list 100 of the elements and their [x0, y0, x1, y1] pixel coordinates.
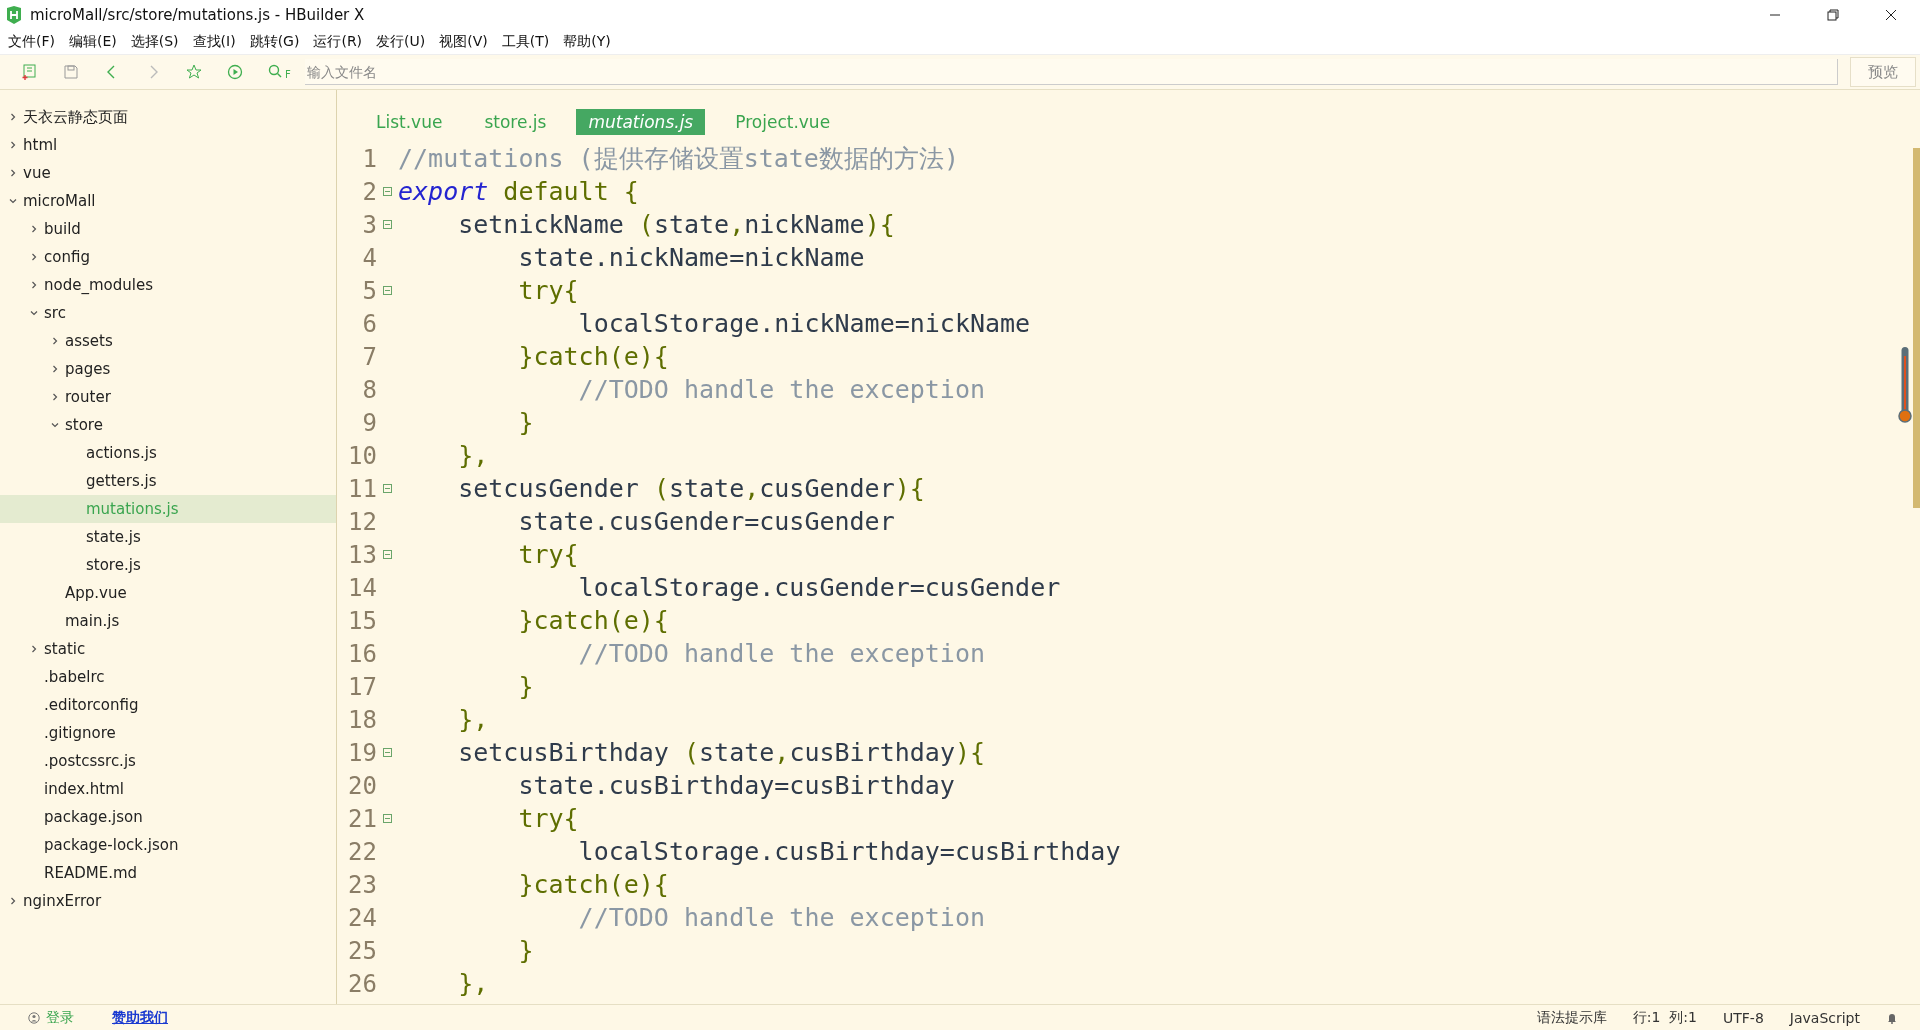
tree-item[interactable]: store	[0, 411, 336, 439]
chevron-icon[interactable]	[50, 336, 60, 346]
code-text: state.nickName=nickName	[517, 243, 865, 272]
tree-item[interactable]: router	[0, 383, 336, 411]
syntax-library-button[interactable]: 语法提示库	[1536, 1008, 1607, 1027]
chevron-icon[interactable]	[8, 140, 18, 150]
run-icon[interactable]	[227, 64, 243, 80]
tree-item-label: router	[65, 388, 111, 406]
menu-item[interactable]: 跳转(G)	[249, 33, 300, 51]
tree-item[interactable]: .babelrc	[0, 663, 336, 691]
code-text: //TODO handle the exception	[577, 903, 985, 932]
chevron-icon[interactable]	[29, 252, 39, 262]
tree-item[interactable]: package-lock.json	[0, 831, 336, 859]
chevron-icon[interactable]	[29, 280, 39, 290]
line-number: 15	[347, 606, 377, 635]
code-text: setnickName (state,nickName){	[457, 210, 895, 239]
tree-item[interactable]: microMall	[0, 187, 336, 215]
chevron-icon[interactable]	[50, 364, 60, 374]
menu-item[interactable]: 视图(V)	[439, 33, 488, 51]
chevron-icon[interactable]	[8, 168, 18, 178]
chevron-icon[interactable]	[29, 308, 39, 318]
tree-item-label: main.js	[65, 612, 120, 630]
tree-item[interactable]: nginxError	[0, 887, 336, 915]
line-number: 22	[347, 837, 377, 866]
chevron-icon[interactable]	[8, 112, 18, 122]
fold-icon[interactable]	[383, 187, 392, 196]
tree-item[interactable]: .editorconfig	[0, 691, 336, 719]
line-number: 18	[347, 705, 377, 734]
file-search-field[interactable]: 输入文件名	[304, 59, 1838, 85]
chevron-icon[interactable]	[8, 896, 18, 906]
tree-item[interactable]: README.md	[0, 859, 336, 887]
tree-item[interactable]: .postcssrc.js	[0, 747, 336, 775]
tree-item[interactable]: assets	[0, 327, 336, 355]
line-number: 13	[347, 540, 377, 569]
code-text: }catch(e){	[517, 342, 669, 371]
chevron-icon[interactable]	[29, 224, 39, 234]
line-number: 16	[347, 639, 377, 668]
line-number: 3	[361, 210, 377, 239]
chevron-icon[interactable]	[29, 644, 39, 654]
tree-item[interactable]: vue	[0, 159, 336, 187]
tree-item-label: actions.js	[86, 444, 157, 462]
menu-item[interactable]: 运行(R)	[313, 33, 363, 51]
tree-item-label: getters.js	[86, 472, 157, 490]
code-text: localStorage.cusGender=cusGender	[577, 573, 1061, 602]
menu-item[interactable]: 编辑(E)	[69, 33, 117, 51]
code-text: //mutations (提供存储设置state数据的方法)	[398, 143, 959, 175]
tree-item[interactable]: store.js	[0, 551, 336, 579]
menu-item[interactable]: 发行(U)	[376, 33, 426, 51]
tree-item[interactable]: 天衣云静态页面	[0, 103, 336, 131]
menu-item[interactable]: 帮助(Y)	[563, 33, 611, 51]
tree-item[interactable]: pages	[0, 355, 336, 383]
code-text: setcusGender (state,cusGender){	[457, 474, 925, 503]
tree-item[interactable]: index.html	[0, 775, 336, 803]
tree-item[interactable]: .gitignore	[0, 719, 336, 747]
tree-item[interactable]: config	[0, 243, 336, 271]
code-text: //TODO handle the exception	[577, 375, 985, 404]
tree-item[interactable]: build	[0, 215, 336, 243]
tree-item[interactable]: actions.js	[0, 439, 336, 467]
star-icon[interactable]	[186, 64, 202, 80]
line-number: 2	[361, 177, 377, 206]
menu-item[interactable]: 选择(S)	[130, 33, 179, 51]
line-number: 17	[347, 672, 377, 701]
fold-icon[interactable]	[383, 550, 392, 559]
line-number: 1	[361, 144, 377, 173]
scrollbar-track[interactable]	[1913, 148, 1920, 508]
language-label[interactable]: JavaScript	[1789, 1009, 1860, 1026]
code-text: }catch(e){	[517, 606, 669, 635]
user-icon[interactable]	[28, 1011, 40, 1024]
fold-icon[interactable]	[383, 748, 392, 757]
menu-item[interactable]: 文件(F)	[8, 33, 55, 51]
menu-item[interactable]: 工具(T)	[501, 33, 550, 51]
tree-item[interactable]: package.json	[0, 803, 336, 831]
cursor-position: 行:1 列:1	[1632, 1008, 1697, 1027]
tree-item[interactable]: node_modules	[0, 271, 336, 299]
menu-item[interactable]: 查找(I)	[192, 33, 236, 51]
tree-item[interactable]: src	[0, 299, 336, 327]
tree-item[interactable]: static	[0, 635, 336, 663]
fold-icon[interactable]	[383, 484, 392, 493]
search-icon[interactable]	[268, 64, 284, 80]
tree-item[interactable]: html	[0, 131, 336, 159]
chevron-icon[interactable]	[50, 392, 60, 402]
tree-item[interactable]: main.js	[0, 607, 336, 635]
save-icon[interactable]	[63, 64, 79, 80]
code-text: localStorage.nickName=nickName	[577, 309, 1031, 338]
sponsor-link[interactable]: 赞助我们	[112, 1008, 168, 1027]
fold-icon[interactable]	[383, 814, 392, 823]
line-number: 8	[361, 375, 377, 404]
fold-icon[interactable]	[383, 286, 392, 295]
fold-icon[interactable]	[383, 220, 392, 229]
chevron-icon[interactable]	[8, 196, 18, 206]
tree-item[interactable]: App.vue	[0, 579, 336, 607]
tree-item[interactable]: getters.js	[0, 467, 336, 495]
chevron-icon[interactable]	[50, 420, 60, 430]
bell-icon[interactable]	[1886, 1011, 1898, 1024]
new-file-icon[interactable]	[22, 64, 38, 80]
encoding-label[interactable]: UTF-8	[1723, 1009, 1764, 1026]
line-number: 6	[361, 309, 377, 338]
preview-button[interactable]: 预览	[1850, 57, 1916, 87]
tree-item-label: .postcssrc.js	[44, 752, 136, 770]
tree-item[interactable]: state.js	[0, 523, 336, 551]
